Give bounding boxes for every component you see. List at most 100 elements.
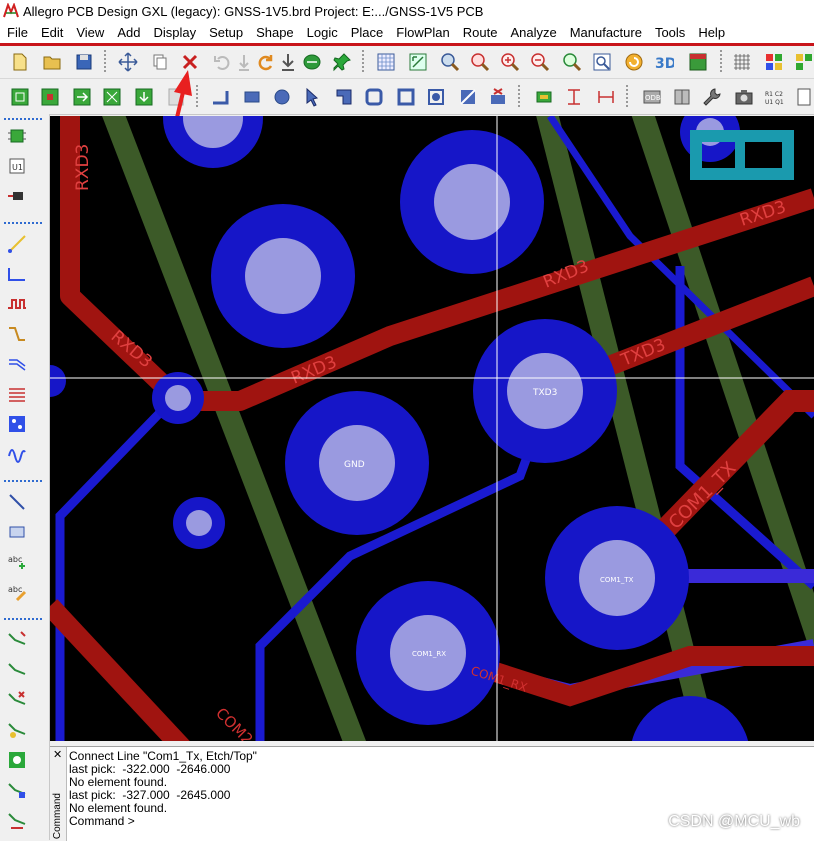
undo-button[interactable] — [210, 50, 234, 74]
menu-setup[interactable]: Setup — [202, 25, 249, 40]
route-bubble-button[interactable] — [5, 718, 29, 742]
zoom-points-button[interactable] — [438, 50, 462, 74]
menu-logic[interactable]: Logic — [300, 25, 344, 40]
add-connect-button[interactable] — [5, 232, 29, 256]
color-palette-icon — [766, 54, 782, 70]
command-window[interactable]: ✕ Command Connect Line "Com1_Tx, Etch/To… — [50, 746, 814, 841]
add-circle-button[interactable] — [270, 85, 294, 109]
grid-chip-icon — [377, 53, 395, 71]
green-board-icon — [41, 88, 59, 106]
etch-bottom-button[interactable] — [38, 85, 62, 109]
menu-manufacture[interactable]: Manufacture — [563, 25, 648, 40]
redraw-button[interactable] — [622, 50, 646, 74]
menu-shape[interactable]: Shape — [249, 25, 300, 40]
fanout-button[interactable] — [5, 412, 29, 436]
small-via-a[interactable] — [152, 372, 204, 424]
swap-layers-button[interactable] — [70, 85, 94, 109]
zoom-world-button[interactable] — [468, 50, 492, 74]
zoom-previous-button[interactable] — [560, 50, 584, 74]
import-button[interactable] — [276, 50, 300, 74]
db-button[interactable] — [300, 50, 324, 74]
pcb-board-view[interactable]: RXD3 RXD3 RXD3 RXD3 RXD3 TXD3 COM1_TX CO… — [50, 116, 814, 741]
zoom-in-button[interactable] — [498, 50, 522, 74]
place-quickplace-button[interactable]: U1 — [5, 154, 29, 178]
menu-analyze[interactable]: Analyze — [503, 25, 562, 40]
edit-text-button[interactable]: abc — [5, 580, 29, 604]
select-button[interactable] — [300, 85, 324, 109]
route-vias-button[interactable] — [5, 748, 29, 772]
menu-display[interactable]: Display — [146, 25, 202, 40]
small-via-b[interactable] — [173, 497, 225, 549]
layer-visibility-button[interactable] — [792, 50, 814, 74]
zoom-center-button[interactable] — [590, 50, 614, 74]
refdes-button[interactable]: R1 C2 U1 Q1 — [762, 85, 786, 109]
add-line-tool-button[interactable] — [5, 490, 29, 514]
menu-add[interactable]: Add — [110, 25, 146, 40]
shape-merge-button[interactable] — [362, 85, 386, 109]
add-line-button[interactable] — [208, 85, 232, 109]
camera-button[interactable] — [732, 85, 756, 109]
grid-button[interactable] — [374, 50, 398, 74]
shape-void-button[interactable] — [394, 85, 418, 109]
route-delete-icon — [8, 691, 26, 705]
menu-flowplan[interactable]: FlowPlan — [389, 25, 455, 40]
shape-circle-void-button[interactable] — [424, 85, 448, 109]
shape-slice-button[interactable] — [456, 85, 480, 109]
zoom-out-button[interactable] — [528, 50, 552, 74]
rectangle-icon — [244, 91, 260, 103]
slide-button[interactable] — [5, 262, 29, 286]
grid-toggle-button[interactable] — [730, 50, 754, 74]
flip-board-button[interactable] — [686, 50, 710, 74]
all-layers-button[interactable] — [100, 85, 124, 109]
custom-smooth-button[interactable] — [5, 322, 29, 346]
odb-icon: ODB — [643, 90, 661, 104]
route-miter-button[interactable] — [5, 778, 29, 802]
gloss-button[interactable] — [5, 382, 29, 406]
constraint-button[interactable] — [670, 85, 694, 109]
shape-delete-button[interactable] — [486, 85, 510, 109]
place-component-button[interactable] — [5, 184, 29, 208]
shape-edit-button[interactable] — [332, 85, 356, 109]
menu-help[interactable]: Help — [691, 25, 731, 40]
add-rect-button[interactable] — [240, 85, 264, 109]
via-pad-b[interactable] — [211, 204, 355, 348]
dim-vertical-button[interactable] — [562, 85, 586, 109]
zoom-fit-button[interactable] — [406, 50, 430, 74]
open-file-button[interactable] — [40, 50, 64, 74]
layer-down-button[interactable] — [132, 85, 156, 109]
color-dialog-button[interactable] — [762, 50, 786, 74]
route-delete-button[interactable] — [5, 688, 29, 712]
save-button[interactable] — [72, 50, 96, 74]
spread-traces-button[interactable] — [5, 352, 29, 376]
add-text-button[interactable]: abc — [5, 550, 29, 574]
refresh-button[interactable] — [254, 50, 278, 74]
menu-route[interactable]: Route — [456, 25, 504, 40]
delay-tune-button[interactable] — [5, 292, 29, 316]
place-manual-button[interactable] — [5, 124, 29, 148]
tools-wrench-button[interactable] — [700, 85, 724, 109]
dim-horizontal-button[interactable] — [594, 85, 618, 109]
menu-file[interactable]: File — [0, 25, 34, 40]
etch-top-button[interactable] — [8, 85, 32, 109]
pin-button[interactable] — [330, 50, 354, 74]
via-pad-a[interactable] — [400, 130, 544, 274]
3d-view-button[interactable]: 3D — [652, 50, 676, 74]
dimension-button[interactable] — [532, 85, 556, 109]
menu-tools[interactable]: Tools — [648, 25, 691, 40]
move-button[interactable] — [116, 50, 140, 74]
menu-edit[interactable]: Edit — [34, 25, 69, 40]
menu-view[interactable]: View — [69, 25, 110, 40]
menu-place[interactable]: Place — [344, 25, 390, 40]
command-prompt[interactable]: Command > — [69, 815, 257, 828]
route-connect-button[interactable] — [5, 628, 29, 652]
command-close-button[interactable]: ✕ — [53, 750, 62, 761]
phase-tune-button[interactable] — [5, 442, 29, 466]
add-rectangle-tool-button[interactable] — [5, 520, 29, 544]
odb-export-button[interactable]: ODB — [640, 85, 664, 109]
pcb-design-canvas[interactable]: RXD3 RXD3 RXD3 RXD3 RXD3 TXD3 COM1_TX CO… — [50, 116, 814, 741]
properties-button[interactable] — [792, 85, 814, 109]
redo-button[interactable] — [232, 50, 256, 74]
route-push-button[interactable] — [5, 808, 29, 832]
route-slide-button[interactable] — [5, 658, 29, 682]
new-file-button[interactable] — [8, 50, 32, 74]
